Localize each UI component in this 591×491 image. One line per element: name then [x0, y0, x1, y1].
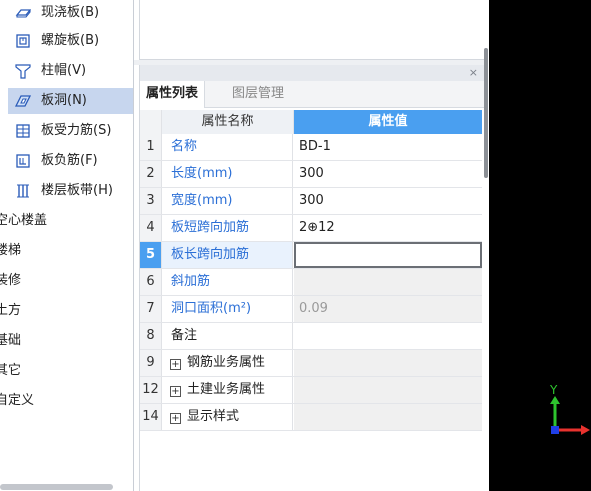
property-name: 长度(mm): [162, 161, 293, 187]
horizontal-scrollbar[interactable]: [0, 484, 113, 490]
tree-category-hollow-floor[interactable]: 空心楼盖: [0, 208, 47, 234]
tree-item-label: 柱帽(V): [41, 63, 87, 78]
tree-category-decoration[interactable]: 装修: [0, 268, 21, 294]
tree-category-foundation[interactable]: 基础: [0, 328, 21, 354]
row-number: 9: [140, 350, 162, 376]
table-row-group[interactable]: 14 + 显示样式: [140, 404, 482, 431]
x-axis-arrow-icon: [581, 425, 590, 435]
property-name: 板长跨向加筋: [162, 242, 293, 268]
property-name: 洞口面积(m²): [162, 296, 293, 322]
property-value-editor[interactable]: [294, 242, 482, 268]
column-cap-icon: [15, 63, 31, 79]
row-number: 5: [140, 242, 162, 268]
property-name: 斜加筋: [162, 269, 293, 295]
tree-item-label: 板受力筋(S): [41, 123, 112, 138]
table-row[interactable]: 7 洞口面积(m²) 0.09: [140, 296, 482, 323]
property-value[interactable]: [294, 323, 482, 349]
tree-item-label: 楼层板带(H): [41, 183, 113, 198]
property-value: 0.09: [294, 296, 482, 322]
axis-indicator: Y: [549, 383, 590, 435]
row-number: 7: [140, 296, 162, 322]
header-property-name[interactable]: 属性名称: [162, 110, 294, 134]
table-row[interactable]: 3 宽度(mm) 300: [140, 188, 482, 215]
table-row-group[interactable]: 12 + 土建业务属性: [140, 377, 482, 404]
spiral-slab-icon: [15, 33, 31, 49]
component-tree: 现浇板(B) 螺旋板(B) 柱帽(V) 板洞(N) 板受力筋(S) 板负筋(F): [0, 0, 134, 491]
tab-property-list[interactable]: 属性列表: [140, 81, 206, 108]
row-number: 8: [140, 323, 162, 349]
tree-category-other[interactable]: 其它: [0, 358, 21, 384]
row-number: 12: [140, 377, 162, 403]
property-value[interactable]: 300: [294, 188, 482, 214]
property-value[interactable]: 2⊕12: [294, 215, 482, 241]
tree-item-label: 板洞(N): [41, 93, 87, 108]
table-row[interactable]: 4 板短跨向加筋 2⊕12: [140, 215, 482, 242]
row-number: 2: [140, 161, 162, 187]
property-panel: × 属性列表 图层管理 属性名称 属性值 1 名称 BD-1 2 长度(mm) …: [139, 65, 485, 491]
group-label: 显示样式: [187, 409, 240, 424]
header-property-value[interactable]: 属性值: [294, 110, 482, 134]
group-label: 钢筋业务属性: [187, 355, 266, 370]
property-value: [294, 377, 482, 403]
floor-strip-icon: [15, 183, 31, 199]
expand-icon[interactable]: +: [170, 359, 181, 370]
expand-icon[interactable]: +: [170, 386, 181, 397]
row-number: 4: [140, 215, 162, 241]
slab-hole-icon: [15, 93, 31, 109]
vertical-scrollbar[interactable]: [484, 48, 488, 178]
row-number: 3: [140, 188, 162, 214]
property-name: 宽度(mm): [162, 188, 293, 214]
row-number: 14: [140, 404, 162, 430]
property-name: 备注: [162, 323, 293, 349]
tree-category-custom[interactable]: 自定义: [0, 388, 34, 414]
table-row[interactable]: 8 备注: [140, 323, 482, 350]
slab-stress-rebar-icon: [15, 123, 31, 139]
tree-item-label: 螺旋板(B): [41, 33, 100, 48]
drawing-viewport[interactable]: Y: [489, 0, 591, 491]
property-name: 名称: [162, 134, 293, 160]
close-icon[interactable]: ×: [469, 65, 478, 81]
z-axis-icon: [551, 426, 559, 434]
tree-item-label: 现浇板(B): [41, 5, 100, 20]
upper-panel: [139, 0, 486, 60]
property-group-name: + 显示样式: [162, 404, 293, 430]
row-number-header: [140, 110, 162, 134]
property-value[interactable]: [294, 269, 482, 295]
row-number: 1: [140, 134, 162, 160]
tree-category-stairs[interactable]: 楼梯: [0, 238, 21, 264]
property-value: [294, 404, 482, 430]
expand-icon[interactable]: +: [170, 413, 181, 424]
slab-icon: [15, 5, 31, 21]
tree-item-slab-hole[interactable]: 板洞(N): [8, 88, 133, 114]
property-name: 板短跨向加筋: [162, 215, 293, 241]
panel-tabs: 属性列表 图层管理: [140, 81, 485, 108]
table-row-selected[interactable]: 5 板长跨向加筋: [140, 242, 482, 269]
tree-item-label: 板负筋(F): [41, 153, 98, 168]
table-row-group[interactable]: 9 + 钢筋业务属性: [140, 350, 482, 377]
tree-category-earthwork[interactable]: 土方: [0, 298, 21, 324]
tab-layer-management[interactable]: 图层管理: [226, 81, 290, 107]
property-value[interactable]: BD-1: [294, 134, 482, 160]
property-group-name: + 钢筋业务属性: [162, 350, 293, 376]
table-row[interactable]: 2 长度(mm) 300: [140, 161, 482, 188]
grid-header: 属性名称 属性值: [140, 110, 482, 134]
axis-y-label: Y: [549, 383, 558, 397]
table-row[interactable]: 6 斜加筋: [140, 269, 482, 296]
slab-negative-rebar-icon: [15, 153, 31, 169]
panel-titlebar: ×: [140, 65, 485, 81]
property-value[interactable]: 300: [294, 161, 482, 187]
table-row[interactable]: 1 名称 BD-1: [140, 134, 482, 161]
y-axis-arrow-icon: [550, 396, 560, 404]
group-label: 土建业务属性: [187, 382, 266, 397]
property-value: [294, 350, 482, 376]
property-group-name: + 土建业务属性: [162, 377, 293, 403]
row-number: 6: [140, 269, 162, 295]
